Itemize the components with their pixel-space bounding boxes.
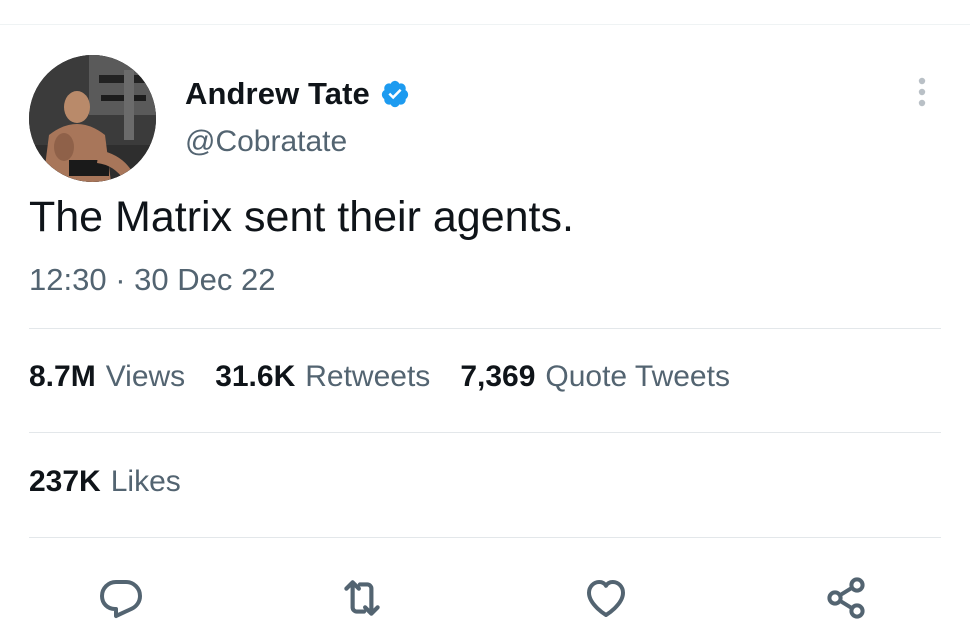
divider [29, 328, 941, 329]
verified-badge-icon [380, 79, 410, 109]
tweet-text: The Matrix sent their agents. [29, 193, 574, 241]
views-label: Views [105, 360, 186, 393]
divider [29, 537, 941, 538]
tweet-date: 30 Dec 22 [134, 262, 276, 297]
timestamp-separator: · [115, 262, 126, 297]
reply-icon [100, 580, 142, 618]
like-icon [587, 580, 625, 617]
quote-tweets-count: 7,369 [460, 360, 536, 393]
author-name-row[interactable]: Andrew Tate [185, 74, 410, 114]
top-divider [0, 24, 970, 25]
tweet-time: 12:30 [29, 262, 107, 297]
likes-count: 237K [29, 465, 101, 498]
share-button[interactable] [822, 573, 872, 623]
retweets-count: 31.6K [215, 360, 296, 393]
author-handle[interactable]: @Cobratate [185, 125, 347, 159]
avatar[interactable] [29, 55, 156, 182]
views-count: 8.7M [29, 360, 96, 393]
like-button[interactable] [581, 573, 631, 623]
retweet-button[interactable] [337, 573, 387, 623]
share-icon [827, 577, 865, 619]
divider [29, 432, 941, 433]
display-name[interactable]: Andrew Tate [185, 76, 370, 112]
likes-label: Likes [110, 465, 181, 498]
retweets-stat[interactable]: 31.6K Retweets [215, 360, 430, 394]
quote-tweets-stat[interactable]: 7,369 Quote Tweets [460, 360, 730, 394]
engagement-stats: 8.7M Views 31.6K Retweets 7,369 Quote Tw… [29, 360, 730, 394]
more-options-icon[interactable] [907, 75, 937, 111]
reply-button[interactable] [96, 573, 146, 623]
retweet-icon [344, 580, 380, 616]
views-stat: 8.7M Views [29, 360, 185, 394]
likes-stat[interactable]: 237K Likes [29, 465, 181, 499]
tweet-timestamp[interactable]: 12:30 · 30 Dec 22 [29, 262, 275, 298]
quote-tweets-label: Quote Tweets [545, 360, 730, 393]
avatar-photo [29, 55, 156, 182]
retweets-label: Retweets [305, 360, 431, 393]
